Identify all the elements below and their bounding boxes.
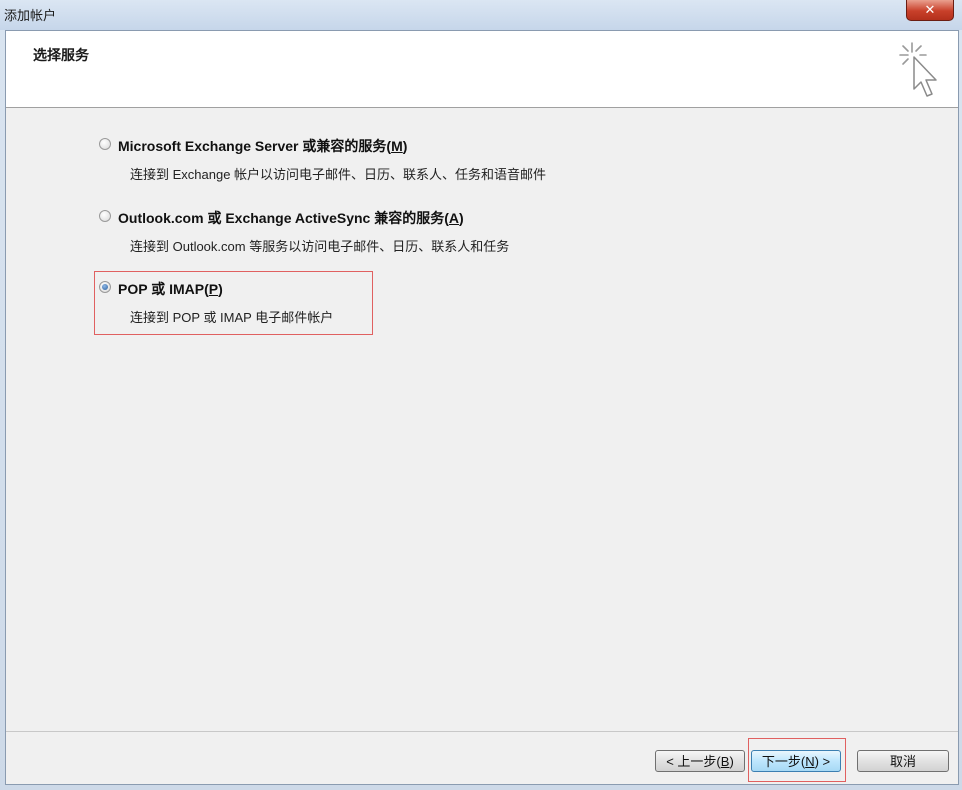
back-button[interactable]: < 上一步(B) [655,750,745,772]
page-title: 选择服务 [33,47,89,63]
cancel-button[interactable]: 取消 [857,750,949,772]
option-desc-pop-imap: 连接到 POP 或 IMAP 电子邮件帐户 [130,310,334,325]
option-label-pop-imap[interactable]: POP 或 IMAP(P) [118,279,223,299]
option-label-exchange[interactable]: Microsoft Exchange Server 或兼容的服务(M) [118,136,407,156]
title-bar[interactable]: 添加帐户 ✕ [0,0,962,30]
close-button[interactable]: ✕ [906,0,954,21]
close-icon: ✕ [924,2,936,17]
dialog-body: 选择服务 Microsoft Exchange Server 或兼容的服务(M) [5,30,959,785]
next-button[interactable]: 下一步(N) > [751,750,841,772]
option-desc-exchange: 连接到 Exchange 帐户以访问电子邮件、日历、联系人、任务和语音邮件 [130,167,547,182]
footer-divider [6,731,958,732]
window-title: 添加帐户 [4,8,57,23]
option-label-outlook-com[interactable]: Outlook.com 或 Exchange ActiveSync 兼容的服务(… [118,208,464,228]
radio-exchange[interactable] [99,138,111,150]
add-account-dialog: 添加帐户 ✕ 选择服务 Microsoft Exchange Server 或兼… [0,0,962,790]
radio-pop-imap[interactable] [99,281,111,293]
wizard-cursor-icon [899,42,937,97]
option-desc-outlook-com: 连接到 Outlook.com 等服务以访问电子邮件、日历、联系人和任务 [130,239,510,254]
radio-outlook-com[interactable] [99,210,111,222]
header-band: 选择服务 [6,31,958,108]
